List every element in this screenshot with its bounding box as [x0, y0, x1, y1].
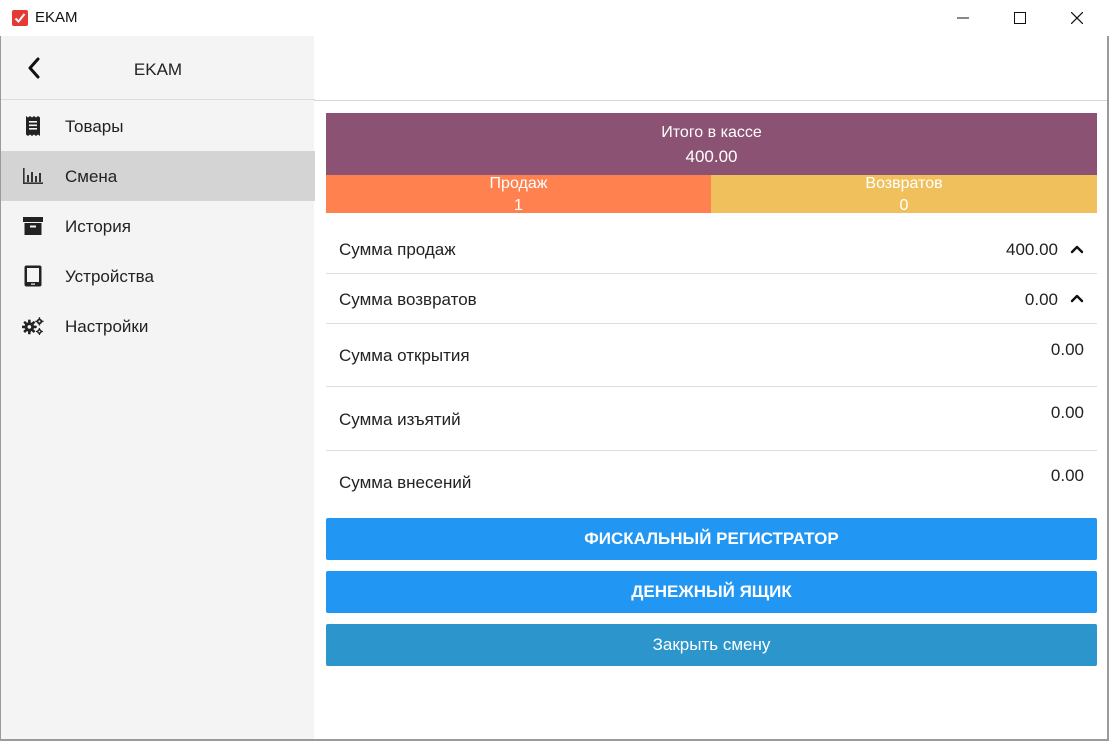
sidebar-item-devices[interactable]: Устройства — [1, 251, 315, 301]
cash-total-label: Итого в кассе — [661, 124, 762, 141]
sidebar-title: EKAM — [133, 60, 183, 79]
sidebar-item-shift[interactable]: Смена — [1, 151, 315, 201]
row-value: 0.00 — [1050, 403, 1084, 422]
bar-chart-icon — [22, 165, 44, 187]
row-label: Сумма изъятий — [339, 410, 461, 429]
sidebar-item-label: Устройства — [65, 267, 154, 286]
app-logo-icon — [12, 10, 28, 26]
returns-count-box: Возвратов 0 — [711, 175, 1097, 213]
opening-sum-row: Сумма открытия 0.00 — [326, 324, 1097, 387]
cash-drawer-button[interactable]: ДЕНЕЖНЫЙ ЯЩИК — [326, 571, 1097, 613]
returns-count-label: Возвратов — [865, 175, 943, 192]
cash-total-value: 400.00 — [685, 147, 738, 166]
sales-sum-row[interactable]: Сумма продаж 400.00 — [326, 226, 1097, 274]
sidebar-item-label: Настройки — [65, 317, 149, 336]
row-label: Сумма возвратов — [339, 290, 477, 309]
row-value: 0.00 — [1050, 466, 1084, 485]
withdrawals-sum-row: Сумма изъятий 0.00 — [326, 387, 1097, 451]
row-label: Сумма внесений — [339, 473, 472, 492]
chevron-up-icon[interactable] — [1070, 293, 1084, 303]
sales-count-box: Продаж 1 — [326, 175, 711, 213]
close-window-button[interactable] — [1048, 0, 1106, 36]
minimize-button[interactable] — [934, 0, 992, 36]
receipt-icon — [22, 115, 44, 137]
sidebar-item-label: Смена — [65, 167, 118, 186]
sidebar-header: EKAM — [1, 36, 315, 100]
window-title: EKAM — [35, 9, 78, 26]
chevron-up-icon[interactable] — [1070, 244, 1084, 254]
sidebar-item-history[interactable]: История — [1, 201, 315, 251]
tablet-icon — [22, 265, 44, 287]
deposits-sum-row: Сумма внесений 0.00 — [326, 451, 1097, 511]
sidebar-item-settings[interactable]: Настройки — [1, 301, 315, 351]
sales-count-label: Продаж — [489, 175, 548, 192]
sidebar-item-products[interactable]: Товары — [1, 101, 315, 151]
sidebar-item-label: История — [65, 217, 131, 236]
sidebar-menu: Товары Смена История Устройства Настройк… — [1, 101, 315, 351]
gears-icon — [22, 315, 44, 337]
minimize-icon — [957, 17, 969, 19]
sales-count-value: 1 — [514, 197, 523, 213]
row-label: Сумма продаж — [339, 240, 456, 259]
returns-count-value: 0 — [899, 197, 909, 213]
cash-total-banner: Итого в кассе 400.00 — [326, 113, 1097, 175]
archive-icon — [22, 215, 44, 237]
maximize-icon — [1014, 12, 1026, 24]
window-titlebar: EKAM — [0, 0, 1109, 36]
sidebar: EKAM Товары Смена История Устройства Нас… — [0, 36, 315, 741]
main-header — [314, 36, 1109, 101]
row-value: 0.00 — [1024, 290, 1058, 309]
close-icon — [1071, 12, 1083, 24]
maximize-button[interactable] — [991, 0, 1049, 36]
close-shift-button[interactable]: Закрыть смену — [326, 624, 1097, 666]
sidebar-item-label: Товары — [65, 117, 124, 136]
returns-sum-row[interactable]: Сумма возвратов 0.00 — [326, 274, 1097, 324]
fiscal-registrar-button[interactable]: ФИСКАЛЬНЫЙ РЕГИСТРАТОР — [326, 518, 1097, 560]
row-label: Сумма открытия — [339, 346, 470, 365]
row-value: 0.00 — [1050, 340, 1084, 359]
row-value: 400.00 — [1006, 240, 1058, 259]
